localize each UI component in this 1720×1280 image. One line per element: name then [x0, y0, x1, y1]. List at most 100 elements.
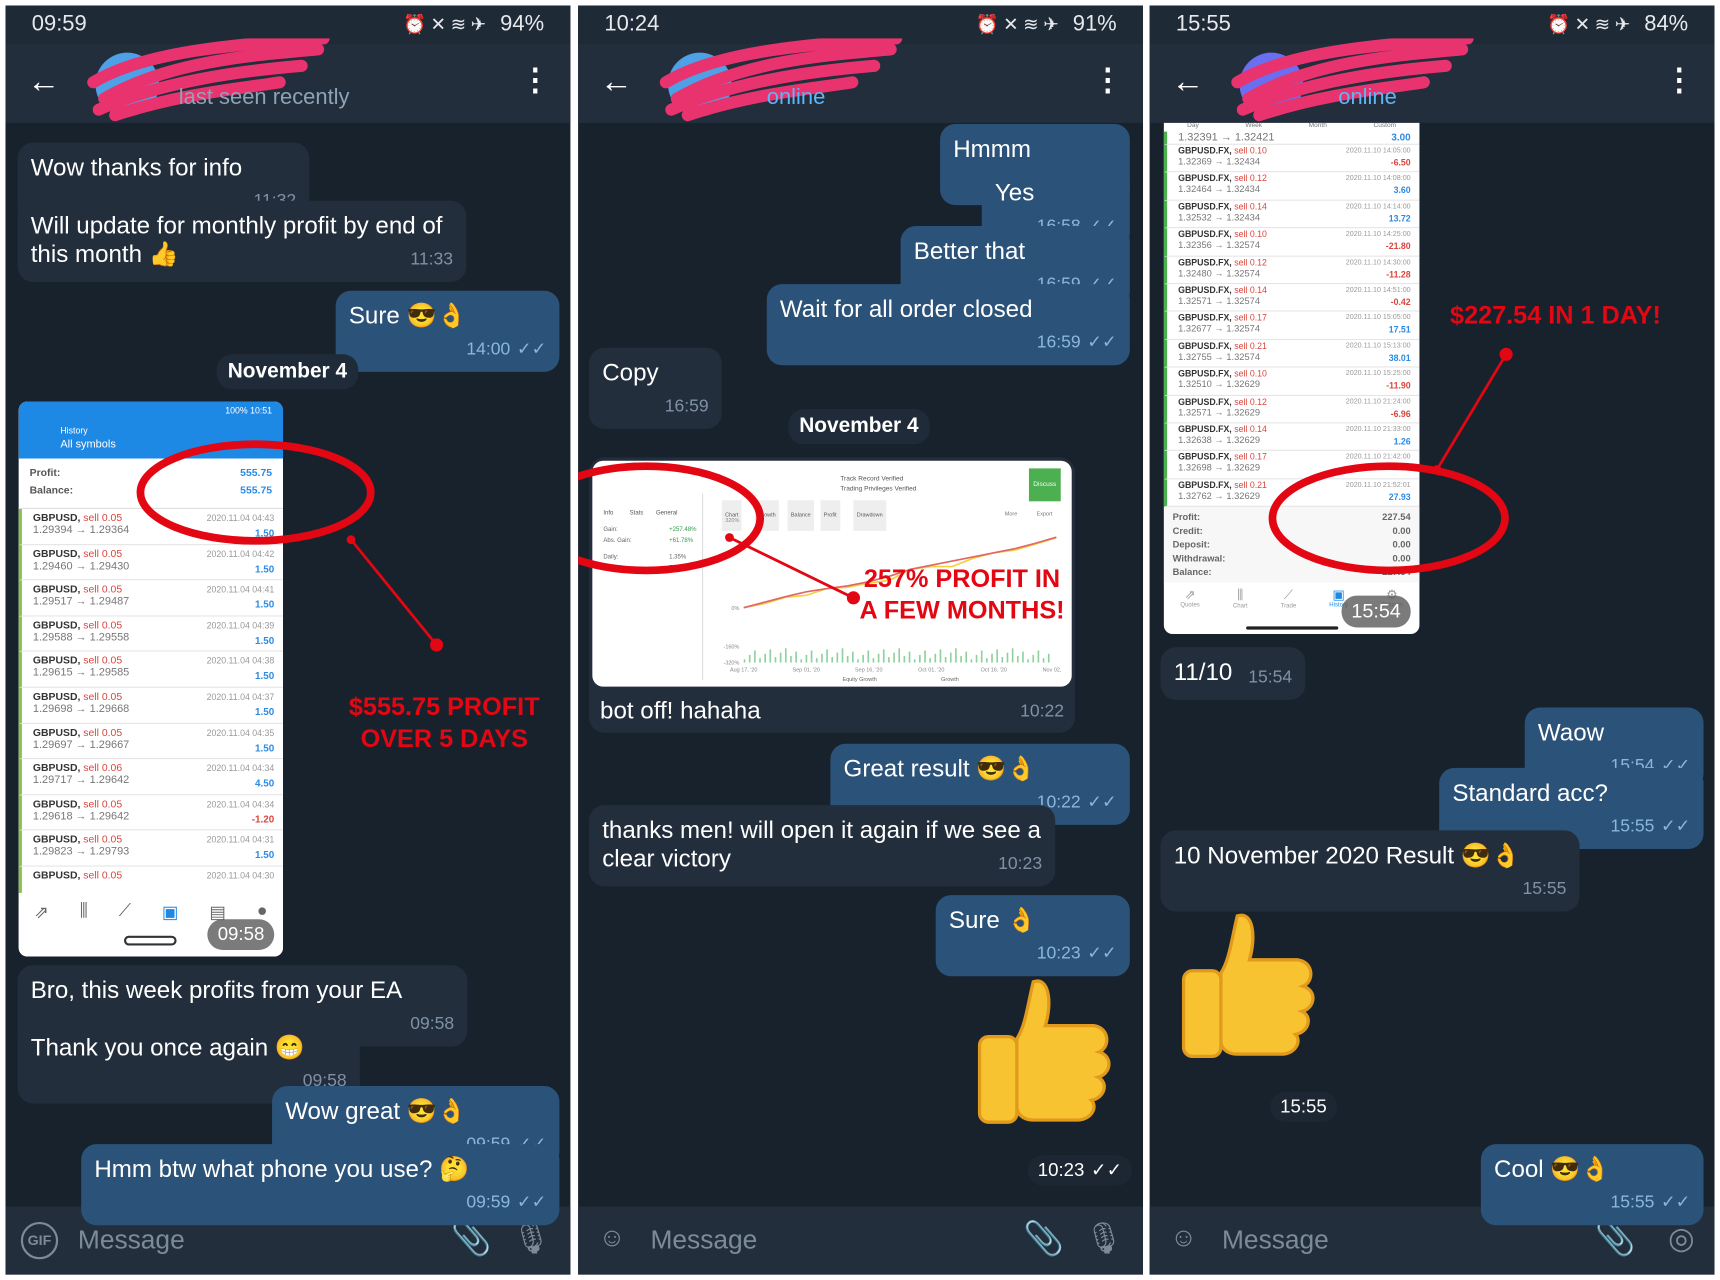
nav-item-chart[interactable]: ⫼ Chart [1233, 586, 1248, 609]
trade-date: 2020.11.10 21:33:00 [1345, 425, 1411, 434]
trade-prices: 1.32391 → 1.32421 [1178, 131, 1275, 144]
trade-row: GBPUSD.FX, sell 0.12 1.32480 → 1.32574 202… [1163, 256, 1420, 285]
discuss-button[interactable]: Discuss [1028, 468, 1061, 502]
x-tick-label: Oct 16, '20 [981, 667, 1007, 673]
back-arrow-icon[interactable]: ← [27, 64, 60, 101]
annotation-line: 257% PROFIT IN [863, 563, 1061, 593]
trade-prices: 1.32369 → 1.32434 [1178, 155, 1261, 167]
quotes-icon[interactable]: ⇗ [34, 902, 49, 957]
message-input[interactable]: Message [650, 1225, 757, 1256]
thumbs-up-icon[interactable] [973, 971, 1127, 1130]
chart-icon[interactable]: ⫼ [80, 902, 88, 957]
message-input[interactable]: Message [1222, 1225, 1329, 1256]
message-time: 15:55 [1523, 879, 1567, 901]
trade-profit: 1.50 [255, 634, 275, 646]
mic-icon[interactable]: 🎙 [1084, 1220, 1123, 1256]
trade-row: GBPUSD, sell 0.05 1.29697 → 1.29667 2020.1… [18, 723, 284, 760]
history-icon[interactable]: ▣ [162, 902, 179, 957]
nav-label: Trade [1280, 602, 1297, 610]
date-separator: November 4 [216, 354, 359, 390]
time-text: 15:55 [1280, 1095, 1327, 1117]
volume-bar [748, 654, 751, 663]
trade-row: GBPUSD.FX, sell 0.14 1.32638 → 1.32629 202… [1163, 423, 1420, 452]
message-time: 15:55 ✓✓ [1610, 1192, 1690, 1214]
message-bubble[interactable]: Sure 😎👌 14:00 ✓✓ [335, 290, 560, 372]
mt4-history-screenshot[interactable]: 100% 10:51 History All symbols Profit: Balan… [18, 401, 284, 957]
message-text: Sure 👌 [948, 906, 1037, 934]
annotation-text: 257% PROFIT IN A FEW MONTHS! [858, 563, 1066, 627]
trade-date: 2020.11.04 04:41 [206, 584, 275, 595]
trade-side: sell 0.17 [1234, 452, 1267, 463]
back-arrow-icon[interactable]: ← [1172, 64, 1205, 101]
period-tab[interactable]: Month [1309, 123, 1327, 132]
back-arrow-icon[interactable]: ← [600, 64, 633, 101]
chat-header: ← online ⋮ [1149, 32, 1715, 123]
last-seen-status: last seen recently [178, 85, 350, 110]
message-bubble[interactable]: Will update for monthly profit by end of… [17, 200, 467, 282]
info-tab[interactable]: Stats [630, 499, 644, 528]
history-title: History [60, 425, 88, 436]
thumbs-up-icon[interactable] [1177, 905, 1331, 1064]
emoji-icon[interactable]: ☺ [593, 1222, 630, 1259]
message-input-bar: ☺ Message 📎 🎙 [578, 1206, 1144, 1275]
message-bubble[interactable]: 10 November 2020 Result 😎👌 15:55 [1160, 830, 1580, 912]
attach-icon[interactable]: 📎 [450, 1220, 491, 1258]
summary-row: Withdrawal: 0.00 [1173, 551, 1411, 565]
more-options-icon[interactable]: ⋮ [520, 61, 551, 97]
volume-bar [862, 654, 864, 663]
trade-prices: 1.32464 → 1.32434 [1178, 183, 1261, 195]
stat-label: Monthly: [603, 564, 627, 572]
more-options-icon[interactable]: ⋮ [1664, 61, 1695, 97]
trade-prices: 1.32356 → 1.32574 [1178, 239, 1261, 251]
status-time: 10:24 [604, 12, 660, 37]
message-text: Wow thanks for info [30, 153, 243, 181]
nav-item-trade[interactable]: ⟋ Trade [1281, 586, 1297, 609]
trade-profit: 1.26 [1393, 436, 1411, 447]
trade-profit: 1.50 [255, 599, 275, 611]
trade-side: sell 0.05 [83, 726, 123, 739]
trade-date: 2020.11.10 14:05:00 [1345, 146, 1411, 155]
message-bubble[interactable]: Wait for all order closed 16:59 ✓✓ [766, 284, 1130, 366]
last-seen-status: online [1338, 85, 1397, 110]
mt5-history-screenshot[interactable]: Day Week Month Custom 1.32391 → 1.32421 3.00 G… [1163, 122, 1420, 635]
nav-label: Chart [1232, 602, 1248, 610]
trade-prices: 1.29517 → 1.29487 [32, 595, 130, 608]
trade-icon[interactable]: ⟋ [119, 902, 131, 957]
attach-icon[interactable]: 📎 [1023, 1220, 1064, 1258]
annotation-line: A FEW MONTHS! [859, 595, 1065, 625]
message-bubble[interactable]: Sure 👌 10:23 ✓✓ [935, 895, 1130, 977]
message-bubble[interactable]: Cool 😎👌 15:55 ✓✓ [1480, 1144, 1704, 1226]
trade-date: 2020.11.04 04:39 [206, 620, 275, 631]
volume-bar [919, 654, 921, 663]
time-text: 10:23 [1036, 944, 1081, 964]
trade-row: GBPUSD.FX, sell 0.12 1.32464 → 1.32434 202… [1163, 172, 1420, 201]
attach-icon[interactable]: 📎 [1595, 1220, 1636, 1258]
period-tab[interactable]: Custom [1373, 123, 1396, 132]
trade-symbol: GBPUSD.FX, [1178, 340, 1232, 351]
volume-bar [743, 659, 746, 663]
volume-bar [805, 654, 808, 663]
message-bubble[interactable]: Hmm btw what phone you use? 🤔 09:59 ✓✓ [81, 1144, 560, 1226]
sticker-time: 15:55 [1270, 1091, 1337, 1123]
last-seen-status: online [766, 85, 826, 110]
period-tab[interactable]: Week [1245, 123, 1262, 132]
period-tab[interactable]: Day [1187, 123, 1199, 132]
message-bubble[interactable]: 11/10 15:54 [1160, 647, 1306, 700]
more-options-icon[interactable]: ⋮ [1093, 61, 1124, 97]
trade-row: GBPUSD.FX, sell 0.10 1.32510 → 1.32629 202… [1163, 367, 1420, 396]
trade-date: 2020.11.10 15:25:00 [1345, 369, 1411, 378]
trade-profit: 1.50 [255, 742, 275, 754]
nav-item-quotes[interactable]: ⇗ Quotes [1180, 586, 1199, 609]
volume-bar [857, 659, 859, 663]
emoji-icon[interactable]: ☺ [1165, 1222, 1202, 1259]
volume-bar [872, 658, 875, 663]
annotation-text: $555.75 PROFIT OVER 5 DAYS [335, 691, 554, 755]
message-time: 14:00 ✓✓ [466, 339, 546, 361]
message-input[interactable]: Message [78, 1225, 185, 1256]
panel-divider [702, 493, 704, 681]
summary-row: Credit: 0.00 [1173, 524, 1411, 538]
message-bubble[interactable]: thanks men! will open it again if we see… [589, 805, 1056, 887]
message-bubble[interactable]: Copy 16:59 [589, 347, 722, 429]
trade-date: 2020.11.10 21:52:01 [1345, 481, 1411, 489]
gif-icon[interactable]: GIF [20, 1221, 59, 1260]
